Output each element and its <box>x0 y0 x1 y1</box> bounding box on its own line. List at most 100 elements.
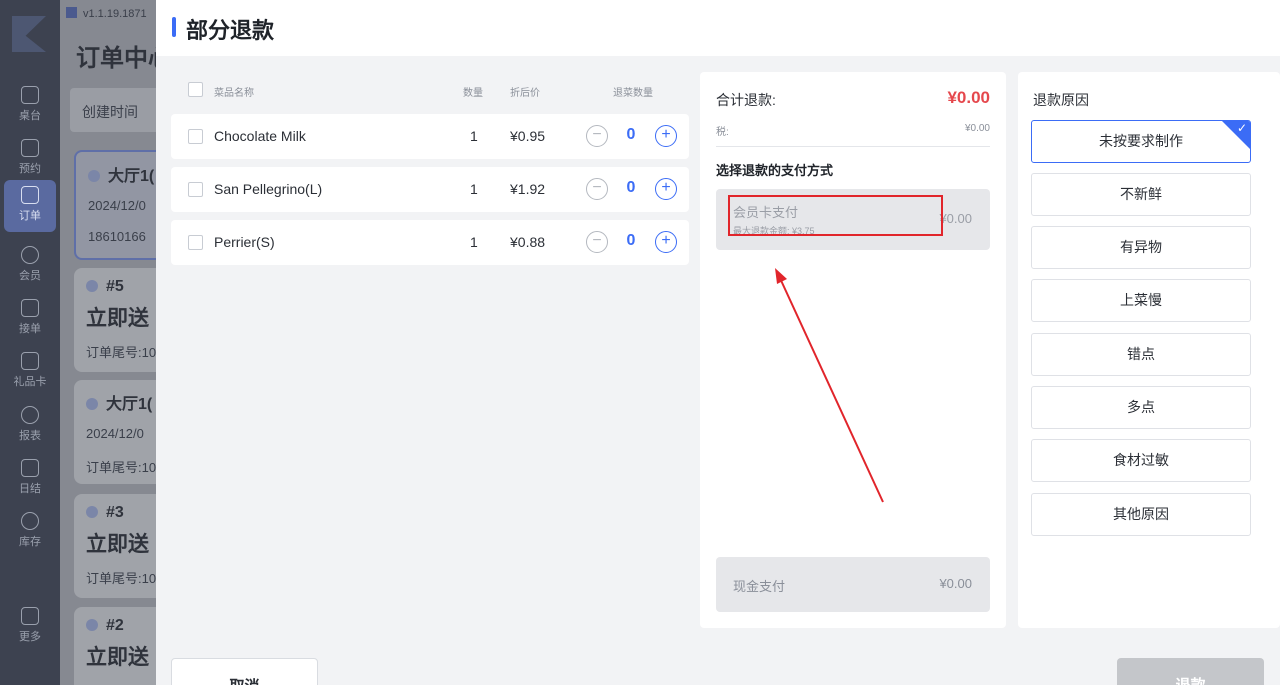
page-title: 订单中心 <box>76 45 156 72</box>
item-list-header: 菜品名称 数量 折后价 退菜数量 <box>171 72 689 106</box>
decrease-icon[interactable]: − <box>586 178 608 200</box>
reasons-title: 退款原因 <box>1033 92 1089 108</box>
total-refund-value: ¥0.00 <box>947 88 990 107</box>
reason-option[interactable]: 不新鲜 <box>1031 173 1251 216</box>
sidebar-item-inventory[interactable]: 库存 <box>0 506 60 556</box>
sidebar-item-label: 库存 <box>19 536 41 548</box>
modal-header: 部分退款 <box>156 0 1280 56</box>
app-logo <box>12 16 46 52</box>
delivery-icon <box>86 280 98 292</box>
accept-order-icon <box>21 299 39 317</box>
item-name: Perrier(S) <box>214 234 275 250</box>
item-price: ¥1.92 <box>510 181 546 197</box>
tax-value: ¥0.00 <box>964 123 990 134</box>
sidebar: 桌台 预约 订单 会员 接单 礼品卡 报表 日结 库存 更多 <box>0 0 60 685</box>
item-row: Chocolate Milk 1 ¥0.95 − 0 + <box>171 114 689 159</box>
delivery-icon <box>86 506 98 518</box>
sidebar-item-label: 预约 <box>19 163 41 175</box>
more-icon <box>21 607 39 625</box>
cancel-button[interactable]: 取消 <box>171 658 318 685</box>
daily-settlement-icon <box>21 459 39 477</box>
sidebar-item-label: 礼品卡 <box>13 376 47 388</box>
item-row: Perrier(S) 1 ¥0.88 − 0 + <box>171 220 689 265</box>
refund-summary-panel: 合计退款: ¥0.00 税: ¥0.00 选择退款的支付方式 会员卡支付 最大退… <box>700 72 1006 628</box>
sidebar-item-daily-settlement[interactable]: 日结 <box>0 453 60 503</box>
item-qty: 1 <box>470 234 478 250</box>
reason-option[interactable]: 其他原因 <box>1031 493 1251 536</box>
order-card[interactable]: 大厅1( 2024/12/0 18610166 <box>74 150 156 260</box>
divider <box>716 146 990 147</box>
refund-qty-value: 0 <box>626 179 636 196</box>
sidebar-item-accept-order[interactable]: 接单 <box>0 293 60 343</box>
column-qty: 数量 <box>463 88 483 99</box>
refund-qty-value: 0 <box>626 126 636 143</box>
payment-amount: ¥0.00 <box>939 211 972 226</box>
sidebar-item-label: 日结 <box>19 483 41 495</box>
payment-name: 现金支付 <box>733 579 786 594</box>
reason-option[interactable]: 食材过敏 <box>1031 439 1251 482</box>
item-price: ¥0.88 <box>510 234 546 250</box>
decrease-icon[interactable]: − <box>586 125 608 147</box>
sidebar-item-report[interactable]: 报表 <box>0 400 60 450</box>
delivery-icon <box>86 619 98 631</box>
reason-option[interactable]: 上菜慢 <box>1031 279 1251 322</box>
dine-in-icon <box>86 398 98 410</box>
sidebar-item-label: 订单 <box>19 210 41 222</box>
order-card[interactable]: #2 立即送 <box>74 607 156 685</box>
reason-option[interactable]: 有异物 <box>1031 226 1251 269</box>
filter-created-time[interactable]: 创建时间 <box>70 88 156 132</box>
order-card[interactable]: #3 立即送 订单尾号:10 <box>74 494 156 598</box>
sidebar-item-reservation[interactable]: 预约 <box>0 133 60 183</box>
inventory-icon <box>21 512 39 530</box>
increase-icon[interactable]: + <box>655 231 677 253</box>
version-label: v1.1.19.1871 <box>66 7 147 20</box>
dine-in-icon <box>88 170 100 182</box>
annotation-highlight-box <box>728 195 943 236</box>
item-checkbox[interactable] <box>188 129 203 144</box>
sidebar-item-label: 更多 <box>19 631 41 643</box>
item-checkbox[interactable] <box>188 235 203 250</box>
sidebar-item-label: 接单 <box>19 323 41 335</box>
reason-option[interactable]: 错点 <box>1031 333 1251 376</box>
cash-payment-option[interactable]: 现金支付 ¥0.00 <box>716 557 990 612</box>
sidebar-item-label: 报表 <box>19 430 41 442</box>
reason-option-selected[interactable]: 未按要求制作 ✓ <box>1031 120 1251 163</box>
item-name: San Pellegrino(L) <box>214 181 323 197</box>
sidebar-item-label: 会员 <box>19 270 41 282</box>
item-row: San Pellegrino(L) 1 ¥1.92 − 0 + <box>171 167 689 212</box>
order-card[interactable]: 大厅1( 2024/12/0 订单尾号:10 <box>74 380 156 484</box>
item-checkbox[interactable] <box>188 182 203 197</box>
member-icon <box>21 246 39 264</box>
item-name: Chocolate Milk <box>214 128 306 144</box>
reason-option[interactable]: 多点 <box>1031 386 1251 429</box>
payment-method-title: 选择退款的支付方式 <box>716 163 834 178</box>
sidebar-item-label: 桌台 <box>19 110 41 122</box>
sidebar-item-gift-card[interactable]: 礼品卡 <box>0 346 60 396</box>
order-card[interactable]: #5 立即送 订单尾号:10 <box>74 268 156 372</box>
total-refund-label: 合计退款: <box>716 92 776 108</box>
sidebar-item-table[interactable]: 桌台 <box>0 80 60 130</box>
sidebar-item-more[interactable]: 更多 <box>0 601 60 651</box>
decrease-icon[interactable]: − <box>586 231 608 253</box>
reservation-icon <box>21 139 39 157</box>
column-refund-qty: 退菜数量 <box>613 88 653 99</box>
refund-reasons-panel: 退款原因 未按要求制作 ✓ 不新鲜 有异物 上菜慢 错点 多点 食材过敏 其他原… <box>1018 72 1280 628</box>
item-price: ¥0.95 <box>510 128 546 144</box>
sidebar-item-member[interactable]: 会员 <box>0 240 60 290</box>
tax-label: 税: <box>716 127 729 138</box>
app-logo-small-icon <box>66 7 77 18</box>
sidebar-item-orders[interactable]: 订单 <box>4 180 56 232</box>
refund-button[interactable]: 退款 <box>1117 658 1264 685</box>
table-icon <box>21 86 39 104</box>
increase-icon[interactable]: + <box>655 178 677 200</box>
select-all-checkbox[interactable] <box>188 82 203 97</box>
title-accent-bar <box>172 17 176 37</box>
order-center-background: v1.1.19.1871 订单中心 创建时间 大厅1( 2024/12/0 18… <box>60 0 156 685</box>
check-icon: ✓ <box>1236 121 1247 135</box>
column-name: 菜品名称 <box>214 88 254 99</box>
modal-title: 部分退款 <box>186 18 275 43</box>
increase-icon[interactable]: + <box>655 125 677 147</box>
partial-refund-modal: 部分退款 菜品名称 数量 折后价 退菜数量 Chocolate Milk 1 ¥… <box>156 0 1280 685</box>
refund-qty-value: 0 <box>626 232 636 249</box>
gift-card-icon <box>21 352 39 370</box>
